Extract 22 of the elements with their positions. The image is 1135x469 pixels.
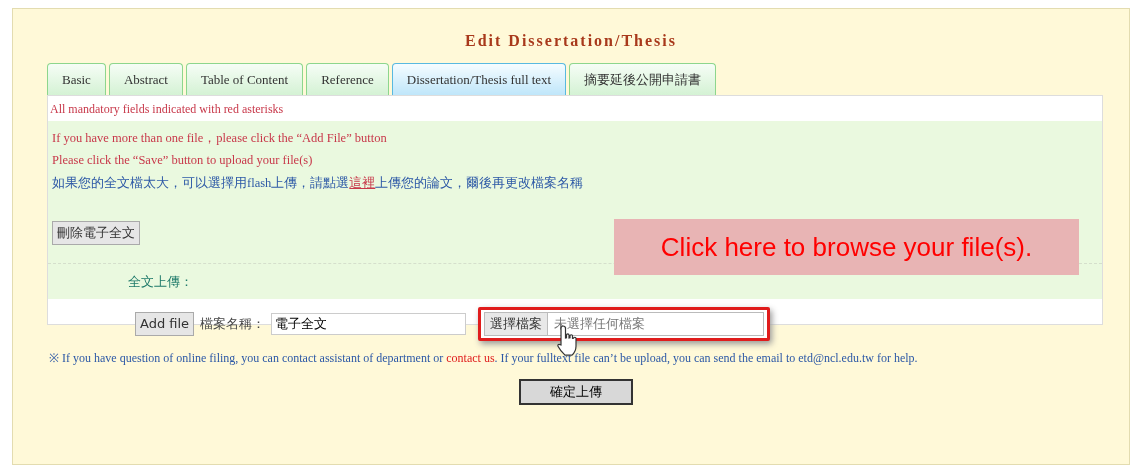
page-title: Edit Dissertation/Thesis <box>464 31 678 51</box>
delete-button[interactable]: 刪除電子全文 <box>52 221 140 245</box>
instruction-text: Please click the “Save” button to upload your file(s) <box>52 152 314 169</box>
help-note: ※ If you have question of online filing, you can contact assistant of department or contact us. If your fulltext file can’t be upload, you can send the email to etd@ncl.edu.tw for help. <box>49 350 919 367</box>
tab[interactable]: Table of Content <box>185 62 304 95</box>
add-file-button[interactable]: Add file <box>135 312 195 336</box>
choose-file-button[interactable]: 選擇檔案 <box>485 313 549 335</box>
tab[interactable]: Abstract <box>108 62 183 95</box>
flash-note: 如果您的全文檔太大，可以選擇用flash上傳，請點選這裡上傳您的論文，爾後再更改檔案名稱 <box>52 175 585 192</box>
filename-label: 檔案名稱： <box>200 315 266 334</box>
tab[interactable]: Basic <box>47 62 106 95</box>
submit-button[interactable]: 確定上傳 <box>519 379 633 405</box>
tab[interactable]: Dissertation/Thesis full text <box>391 62 567 95</box>
contact-link[interactable]: contact us <box>446 351 495 365</box>
upload-label: 全文上傳： <box>128 274 193 289</box>
mandatory-note: All mandatory fields indicated with red asterisks <box>49 101 285 118</box>
tab[interactable]: 摘要延後公開申請書 <box>569 62 717 95</box>
here-link[interactable]: 這裡 <box>349 176 376 190</box>
filename-field[interactable]: 電子全文 <box>271 313 467 335</box>
tab[interactable]: Reference <box>306 62 389 95</box>
instruction-text: If you have more than one file，please click the “Add File” button <box>52 130 388 147</box>
callout-banner: Click here to browse your file(s). <box>614 219 1079 275</box>
